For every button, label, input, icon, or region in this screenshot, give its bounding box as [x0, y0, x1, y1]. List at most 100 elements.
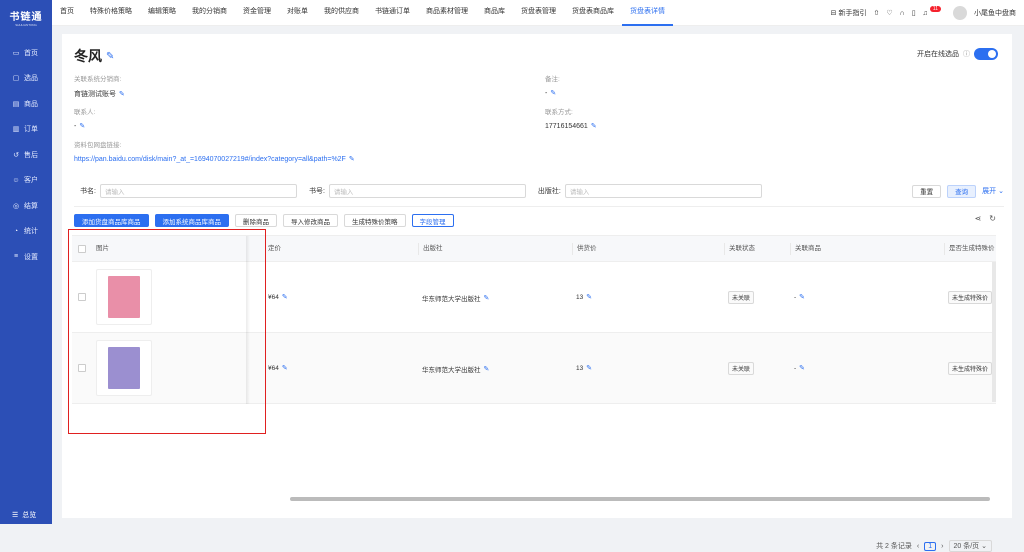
edit-icon[interactable]: ✎	[484, 294, 490, 302]
edit-icon[interactable]: ✎	[282, 364, 288, 372]
sidebar-item-label: 首页	[24, 49, 38, 57]
reset-button[interactable]: 重置	[912, 184, 942, 198]
phone-icon[interactable]: ▯	[912, 9, 916, 17]
avatar[interactable]	[953, 6, 967, 20]
sidebar-item-order[interactable]: ▥ 订单	[0, 117, 52, 143]
col-special-price: 是否生成特殊价	[944, 243, 995, 255]
filter-row: 书名: 请输入 书号: 请输入 出版社: 请输入 重置 查询 展开 ⌄	[74, 182, 1004, 200]
page-size-select[interactable]: 20 条/页 ⌄	[948, 540, 992, 552]
gen-special-price-button[interactable]: 生成特殊价策略	[344, 214, 406, 227]
edit-icon[interactable]: ✎	[79, 122, 85, 130]
expand-link[interactable]: 展开 ⌄	[982, 186, 1004, 196]
sidebar-item-label: 商品	[24, 100, 38, 108]
col-price: 定价	[268, 245, 281, 252]
col-link-goods: 关联商品	[790, 243, 821, 255]
status-badge: 未关联	[728, 362, 755, 375]
netdisk-link[interactable]: https://pan.baidu.com/disk/main?_at_=169…	[74, 156, 346, 163]
sidebar-item-settle[interactable]: ◎ 结算	[0, 193, 52, 219]
edit-icon[interactable]: ✎	[550, 89, 556, 97]
book-name-input[interactable]: 请输入	[99, 184, 297, 198]
sidebar-item-customer[interactable]: ☺ 客户	[0, 168, 52, 194]
edit-icon[interactable]: ✎	[586, 364, 592, 372]
next-page-icon[interactable]: ›	[941, 543, 943, 550]
supply-cell: 13 ✎	[576, 364, 592, 373]
special-cell: 未生成特殊价	[948, 362, 993, 375]
nav-tab[interactable]: 首页	[52, 0, 82, 26]
logo[interactable]: 书链通 SHULIANTONG	[0, 0, 52, 34]
nav-right: ⊟ 新手指引 ⇧ ♡ ∩ ▯ ♫ 11 小尾鱼中盘商	[831, 0, 1016, 26]
bell-icon[interactable]: ♫	[923, 10, 928, 17]
refresh-icon[interactable]: ↻	[989, 214, 996, 223]
edit-icon[interactable]: ✎	[591, 122, 597, 130]
book-no-input[interactable]: 请输入	[328, 184, 526, 198]
remark-value: - ✎	[545, 89, 556, 98]
page-number[interactable]: 1	[924, 541, 937, 551]
user-name[interactable]: 小尾鱼中盘商	[974, 8, 1016, 18]
share-icon[interactable]: ⋖	[975, 214, 982, 223]
nav-tab[interactable]: 对账单	[279, 0, 316, 26]
nav-tab[interactable]: 特殊价格策略	[82, 0, 140, 26]
nav-tab[interactable]: 商品库	[476, 0, 513, 26]
add-system-goods-button[interactable]: 添加系统商品库商品	[154, 214, 229, 227]
delete-goods-button[interactable]: 删除商品	[235, 214, 277, 227]
sidebar-item-select[interactable]: ▢ 选品	[0, 66, 52, 92]
notification-badge: 11	[929, 6, 941, 12]
sidebar-item-stats[interactable]: ◔ 统计	[0, 219, 52, 245]
add-pallet-goods-button[interactable]: 添加货盘商品库商品	[74, 214, 149, 227]
nav-tab[interactable]: 货盘表管理	[513, 0, 564, 26]
expand-label: 展开	[982, 188, 997, 195]
divider	[74, 206, 1004, 207]
sidebar-item-goods[interactable]: ▤ 商品	[0, 91, 52, 117]
upload-icon[interactable]: ⇧	[874, 9, 880, 17]
settings-icon: ≡	[13, 253, 19, 261]
supply-value: 13	[576, 293, 584, 301]
distributor-text: 育链测试账号	[74, 91, 116, 98]
distributor-value: 育链测试账号 ✎	[74, 89, 125, 99]
nav-tab[interactable]: 商品素材管理	[418, 0, 476, 26]
sidebar-collapse[interactable]: ☰ 总览	[0, 510, 52, 520]
horizontal-scrollbar[interactable]	[290, 497, 990, 501]
sidebar-item-label: 选品	[24, 75, 38, 83]
headset-icon[interactable]: ∩	[900, 10, 905, 17]
sidebar-item-home[interactable]: ▭ 首页	[0, 40, 52, 66]
logo-text: 书链通	[9, 11, 43, 23]
contact-text: -	[74, 122, 77, 130]
edit-icon[interactable]: ✎	[106, 51, 114, 62]
heart-icon[interactable]: ♡	[886, 9, 892, 17]
sidebar-item-aftersale[interactable]: ↺ 售后	[0, 142, 52, 168]
guide-link[interactable]: ⊟ 新手指引	[831, 8, 867, 18]
edit-icon[interactable]: ✎	[282, 293, 288, 301]
settle-icon: ◎	[12, 202, 20, 210]
nav-tab[interactable]: 我的分销商	[184, 0, 235, 26]
help-icon[interactable]: ⓘ	[963, 49, 970, 59]
total-records: 共 2 条记录	[876, 543, 912, 550]
edit-icon[interactable]: ✎	[484, 365, 490, 373]
vertical-scrollbar[interactable]	[992, 262, 996, 402]
nav-tab[interactable]: 货盘表详情	[622, 0, 673, 26]
edit-icon[interactable]: ✎	[119, 90, 125, 98]
sidebar-item-label: 售后	[24, 151, 38, 159]
edit-icon[interactable]: ✎	[586, 293, 592, 301]
online-toggle-label: 开启在线选品	[917, 51, 959, 58]
prev-page-icon[interactable]: ‹	[917, 543, 919, 550]
publisher-input[interactable]: 请输入	[564, 184, 762, 198]
status-badge: 未关联	[728, 291, 755, 304]
link-goods-cell: - ✎	[794, 364, 805, 373]
nav-tab[interactable]: 书链通订单	[367, 0, 418, 26]
sidebar-item-settings[interactable]: ≡ 设置	[0, 244, 52, 270]
pagination: 共 2 条记录 ‹ 1 › 20 条/页 ⌄	[876, 540, 992, 552]
nav-tab[interactable]: 我的供应商	[316, 0, 367, 26]
field-manage-button[interactable]: 字段管理	[411, 214, 454, 227]
action-toolbar: 添加货盘商品库商品 添加系统商品库商品 删除商品 导入修改商品 生成特殊价策略 …	[74, 214, 1004, 227]
nav-tab[interactable]: 货盘表商品库	[564, 0, 622, 26]
nav-tab[interactable]: 编辑策略	[140, 0, 184, 26]
edit-icon[interactable]: ✎	[799, 364, 805, 372]
search-button[interactable]: 查询	[947, 184, 977, 198]
edit-icon[interactable]: ✎	[799, 293, 805, 301]
import-modify-button[interactable]: 导入修改商品	[283, 214, 338, 227]
book-no-label: 书号:	[308, 188, 325, 195]
edit-icon[interactable]: ✎	[349, 155, 355, 163]
publisher-label: 出版社:	[537, 188, 561, 195]
nav-tab[interactable]: 资金管理	[235, 0, 279, 26]
online-toggle[interactable]	[974, 48, 998, 60]
